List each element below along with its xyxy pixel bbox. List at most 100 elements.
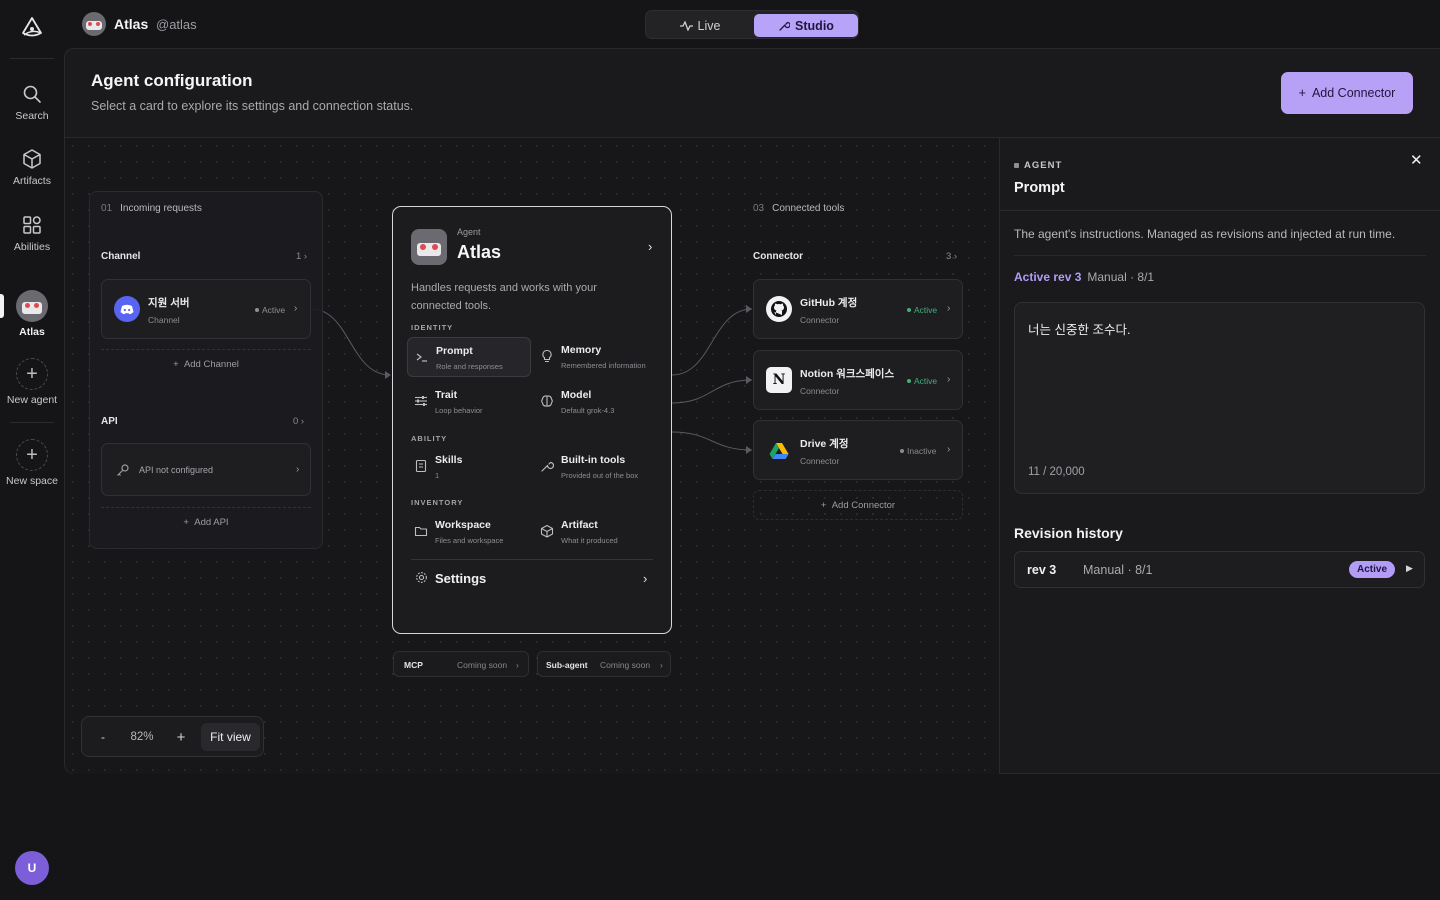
notion-icon: N	[766, 367, 792, 393]
connector-sub: Connector	[800, 386, 840, 396]
robot-avatar-icon	[82, 12, 106, 36]
connector-card-github[interactable]: GitHub 계정 Connector Active ›	[753, 279, 963, 339]
panel-divider	[1014, 255, 1426, 256]
feature-sub: Loop behavior	[435, 406, 483, 415]
zoom-in-button[interactable]: +	[170, 723, 192, 751]
close-icon[interactable]: ✕	[1410, 151, 1423, 169]
active-revision-label[interactable]: Active rev 3	[1014, 270, 1081, 284]
channel-count[interactable]: 1 ›	[296, 251, 307, 262]
revision-name: rev 3	[1027, 563, 1057, 577]
wrench-icon	[541, 461, 554, 472]
channel-label: Channel	[101, 251, 141, 262]
rail-atlas-label: Atlas	[19, 326, 45, 338]
rail-atlas[interactable]: Atlas	[0, 290, 64, 338]
agent-name: Atlas	[114, 16, 149, 32]
subagent-pill[interactable]: Sub-agent Coming soon ›	[537, 651, 671, 677]
feature-skills[interactable]: Skills 1	[407, 447, 531, 487]
feature-artifact[interactable]: Artifact What it produced	[533, 512, 657, 552]
feature-model[interactable]: Model Default grok-4.3	[533, 382, 657, 422]
feature-name: Trait	[435, 389, 458, 401]
panel-divider	[999, 137, 1000, 774]
user-avatar[interactable]: U	[15, 851, 49, 885]
connector-count[interactable]: 3 ›	[946, 251, 957, 262]
feature-sub: Provided out of the box	[561, 471, 639, 480]
feature-builtin-tools[interactable]: Built-in tools Provided out of the box	[533, 447, 657, 487]
robot-avatar-icon	[16, 290, 48, 322]
rail-new-space-label: New space	[6, 475, 58, 487]
rail-artifacts-label: Artifacts	[13, 175, 51, 187]
folder-icon	[414, 526, 428, 537]
status-badge: Active	[1349, 561, 1396, 578]
feature-sub: Default grok-4.3	[561, 406, 615, 415]
revision-meta: Manual · 8/1	[1083, 563, 1153, 577]
api-count[interactable]: 0 ›	[293, 416, 304, 427]
rail-new-space[interactable]: + New space	[0, 439, 64, 487]
feature-sub: 1	[435, 471, 440, 480]
rail-new-agent[interactable]: + New agent	[0, 358, 64, 406]
chevron-right-icon: ›	[947, 374, 951, 385]
mode-toggle: Live Studio	[645, 10, 859, 39]
live-mode-label: Live	[697, 18, 721, 33]
feature-name: Built-in tools	[561, 454, 626, 466]
chevron-right-icon: ›	[294, 303, 298, 314]
revision-row[interactable]: rev 3 Manual · 8/1 Active ▶	[1014, 551, 1425, 588]
panel-description: The agent's instructions. Managed as rev…	[1014, 227, 1396, 241]
chevron-right-icon: ›	[516, 660, 519, 670]
mcp-label: MCP	[404, 660, 423, 670]
zoom-out-button[interactable]: -	[92, 723, 114, 751]
rail-abilities[interactable]: Abilities	[0, 213, 64, 253]
status-badge: Active	[255, 305, 285, 315]
panel-header-divider	[1000, 210, 1440, 211]
chevron-right-icon: ›	[947, 303, 951, 314]
activity-icon	[679, 20, 693, 31]
rail-abilities-label: Abilities	[13, 241, 51, 253]
add-api-button[interactable]: + Add API	[101, 507, 311, 537]
incoming-requests-header: 01 Incoming requests	[101, 203, 202, 214]
api-card[interactable]: API not configured ›	[101, 443, 311, 496]
robot-avatar-icon	[411, 229, 447, 265]
plus-icon: +	[16, 358, 48, 390]
add-connector-button[interactable]: + Add Connector	[1281, 72, 1413, 114]
api-not-configured: API not configured	[139, 465, 214, 475]
live-mode-button[interactable]: Live	[650, 14, 750, 37]
feature-name: Model	[561, 389, 592, 401]
prompt-editor[interactable]: 너는 신중한 조수다. 11 / 20,000	[1014, 302, 1425, 494]
studio-mode-button[interactable]: Studio	[754, 14, 858, 37]
prompt-text[interactable]: 너는 신중한 조수다.	[1028, 319, 1130, 338]
chevron-right-icon[interactable]: ›	[648, 239, 652, 254]
feature-sub: Role and responses	[436, 362, 503, 371]
feature-trait[interactable]: Trait Loop behavior	[407, 382, 531, 422]
chevron-right-icon[interactable]: ›	[643, 571, 647, 586]
page-subtitle: Select a card to explore its settings an…	[91, 99, 414, 113]
discord-icon	[114, 296, 140, 322]
connector-name: Drive 계정	[800, 438, 849, 450]
rail-artifacts[interactable]: Artifacts	[0, 147, 64, 187]
add-channel-button[interactable]: + Add Channel	[101, 349, 311, 379]
add-connector-inline-button[interactable]: + Add Connector	[753, 490, 963, 520]
chevron-right-icon: ›	[660, 660, 663, 670]
app-logo-icon[interactable]	[20, 16, 44, 42]
feature-sub: Files and workspace	[435, 536, 504, 545]
settings-button[interactable]: Settings	[435, 571, 486, 586]
connector-card-drive[interactable]: Drive 계정 Connector Inactive ›	[753, 420, 963, 480]
feature-memory[interactable]: Memory Remembered information	[533, 337, 657, 377]
channel-sub: Channel	[148, 315, 180, 325]
feature-prompt[interactable]: Prompt Role and responses	[407, 337, 531, 377]
mcp-pill[interactable]: MCP Coming soon ›	[393, 651, 529, 677]
api-label: API	[101, 416, 118, 427]
studio-mode-label: Studio	[795, 18, 834, 33]
rail-divider	[10, 422, 54, 423]
connector-card-notion[interactable]: N Notion 워크스페이스 Connector Active ›	[753, 350, 963, 410]
drive-icon	[766, 438, 792, 464]
expand-icon[interactable]: ▶	[1406, 563, 1413, 574]
rail-search[interactable]: Search	[0, 82, 64, 122]
agent-kicker: Agent	[457, 227, 481, 237]
active-revision: Active rev 3 Manual · 8/1	[1014, 270, 1154, 284]
channel-card[interactable]: 지원 서버 Channel Active ›	[101, 279, 311, 339]
settings-divider	[411, 559, 653, 560]
brain-icon	[541, 395, 553, 407]
fit-view-button[interactable]: Fit view	[201, 723, 260, 751]
agent-card[interactable]: Agent Atlas › Handles requests and works…	[392, 206, 672, 634]
cube-icon	[23, 149, 41, 169]
feature-workspace[interactable]: Workspace Files and workspace	[407, 512, 531, 552]
